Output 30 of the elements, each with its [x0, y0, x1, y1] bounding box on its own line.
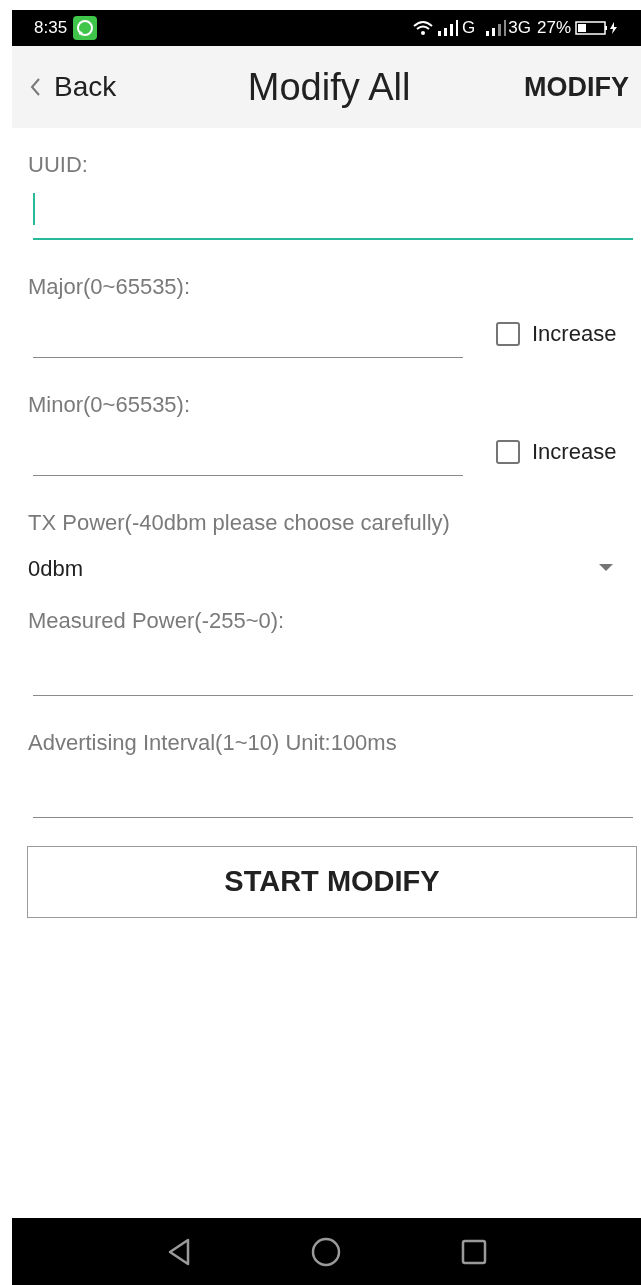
start-modify-button[interactable]: START MODIFY	[27, 846, 637, 918]
network-type: 3G	[508, 17, 531, 40]
field-label: Advertising Interval(1~10) Unit:100ms	[27, 729, 398, 757]
status-time: 8:35	[34, 17, 68, 40]
battery-charging-icon	[575, 20, 619, 36]
checkbox[interactable]	[496, 439, 520, 464]
back-button[interactable]: Back	[30, 66, 117, 108]
power-dropdown[interactable]: 0dbm	[28, 548, 613, 588]
recent-apps-square-icon[interactable]	[460, 1238, 487, 1265]
wifi-icon	[412, 19, 435, 37]
field-label: Major(0~65535):	[27, 273, 192, 301]
chat-app-icon	[73, 16, 98, 40]
back-triangle-icon[interactable]	[166, 1237, 191, 1266]
modify-button[interactable]: MODIFY	[524, 66, 629, 108]
field-label: UUID:	[27, 151, 89, 179]
page-title: Modify All	[247, 64, 411, 110]
signal-icon	[485, 19, 508, 37]
field-label: TX Power(-40dbm please choose carefully)	[27, 509, 451, 537]
signal-icon	[437, 19, 460, 37]
text-cursor	[33, 193, 35, 225]
field-label: Measured Power(-255~0):	[27, 607, 286, 635]
network-type: G	[462, 17, 476, 40]
checkbox[interactable]	[496, 321, 520, 346]
chevron-left-icon	[30, 78, 40, 96]
battery-percent: 27%	[536, 17, 571, 40]
dropdown-caret-icon	[599, 564, 613, 572]
checkbox-label: Increase	[532, 438, 617, 466]
checkbox-label: Increase	[532, 320, 617, 348]
field-label: Minor(0~65535):	[27, 391, 192, 419]
home-circle-icon[interactable]	[310, 1236, 341, 1267]
